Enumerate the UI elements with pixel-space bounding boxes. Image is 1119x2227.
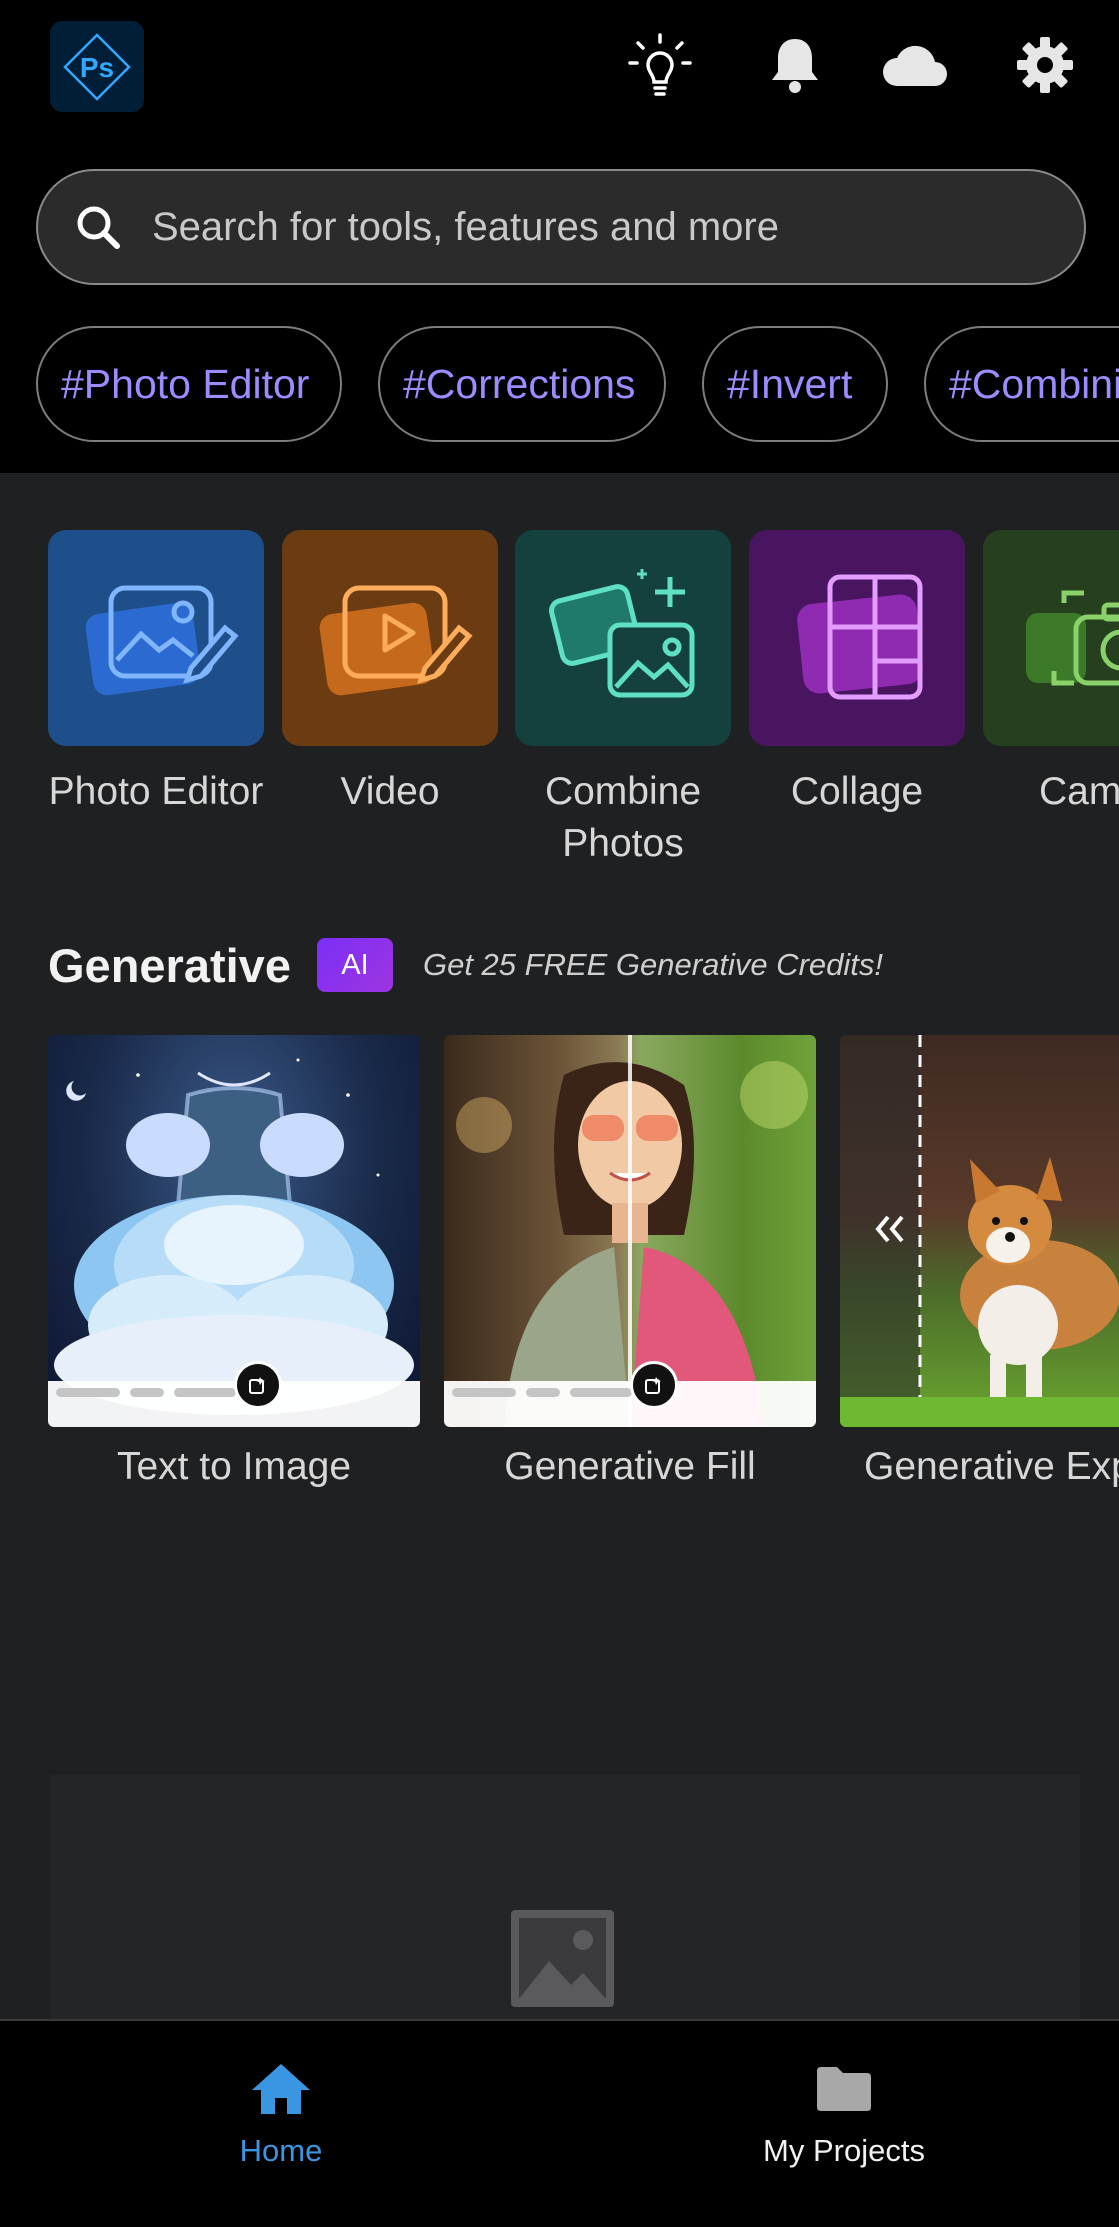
top-bar: Ps Search for tools, features and more #… bbox=[0, 0, 1119, 473]
nav-home[interactable]: Home bbox=[131, 2021, 431, 2227]
svg-text:Ps: Ps bbox=[80, 52, 114, 83]
prompt-placeholder-bars bbox=[56, 1388, 236, 1397]
tool-label: Came bbox=[1038, 770, 1119, 813]
credits-promo[interactable]: Get 25 FREE Generative Credits! bbox=[423, 947, 883, 983]
tool-combine-photos[interactable]: Combine Photos bbox=[515, 530, 731, 870]
camera-icon bbox=[983, 530, 1119, 746]
cloud-icon[interactable] bbox=[880, 30, 952, 100]
card-generative-fill[interactable]: Generative Fill bbox=[444, 1035, 816, 1489]
tool-label: Video bbox=[340, 770, 440, 813]
home-icon bbox=[249, 2059, 313, 2119]
nav-home-label: Home bbox=[239, 2133, 323, 2168]
card-label: Generative Exp bbox=[864, 1445, 1119, 1488]
generative-header: Generative AI Get 25 FREE Generative Cre… bbox=[48, 930, 883, 1000]
chip-photo-editor[interactable]: #Photo Editor bbox=[36, 326, 342, 442]
photo-edit-icon bbox=[48, 530, 264, 746]
tool-photo-editor[interactable]: Photo Editor bbox=[48, 530, 264, 818]
card-label: Text to Image bbox=[116, 1445, 352, 1488]
tool-camera[interactable]: Came bbox=[983, 530, 1119, 818]
folder-icon bbox=[812, 2059, 876, 2119]
chip-combine[interactable]: #Combini bbox=[924, 326, 1119, 442]
quick-tools-row: Photo Editor Video Combine Photos Collag… bbox=[0, 530, 1119, 870]
combine-photos-icon bbox=[515, 530, 731, 746]
nav-projects-label: My Projects bbox=[763, 2133, 925, 2168]
prompt-placeholder-bars bbox=[452, 1388, 632, 1397]
tool-video[interactable]: Video bbox=[282, 530, 498, 818]
image-placeholder-icon bbox=[509, 1908, 616, 2009]
search-icon bbox=[68, 197, 128, 257]
bell-icon[interactable] bbox=[760, 30, 830, 100]
generate-badge-icon bbox=[234, 1361, 282, 1409]
chip-invert[interactable]: #Invert bbox=[702, 326, 888, 442]
collage-icon bbox=[749, 530, 965, 746]
dress-cloud-image bbox=[48, 1035, 420, 1427]
generate-badge-icon bbox=[630, 1361, 678, 1409]
lightbulb-icon[interactable] bbox=[625, 30, 695, 100]
corgi-image bbox=[840, 1035, 1119, 1427]
generative-cards: Text to Image Generative Fill Generative… bbox=[0, 1035, 1119, 1505]
split-divider bbox=[628, 1035, 632, 1427]
card-label: Generative Fill bbox=[504, 1445, 756, 1488]
section-title: Generative bbox=[48, 938, 291, 992]
card-text-to-image[interactable]: Text to Image bbox=[48, 1035, 420, 1489]
bottom-navigation: Home My Projects bbox=[0, 2019, 1119, 2227]
chip-corrections[interactable]: #Corrections bbox=[378, 326, 666, 442]
ai-badge: AI bbox=[316, 938, 393, 992]
nav-my-projects[interactable]: My Projects bbox=[694, 2021, 994, 2227]
ps-diamond-icon: Ps bbox=[63, 32, 131, 101]
tool-label: Photo Editor bbox=[48, 770, 264, 813]
search-placeholder: Search for tools, features and more bbox=[152, 204, 779, 249]
card-generative-expand[interactable]: Generative Exp bbox=[840, 1035, 1119, 1489]
tool-collage[interactable]: Collage bbox=[749, 530, 965, 818]
tool-label: Combine Photos bbox=[544, 770, 702, 865]
video-edit-icon bbox=[282, 530, 498, 746]
photoshop-logo[interactable]: Ps bbox=[50, 21, 144, 112]
woman-portrait-image bbox=[444, 1035, 816, 1427]
gear-icon[interactable] bbox=[1010, 30, 1080, 100]
hashtag-chips: #Photo Editor #Corrections #Invert #Comb… bbox=[0, 326, 1119, 444]
search-bar[interactable]: Search for tools, features and more bbox=[36, 169, 1086, 285]
tool-label: Collage bbox=[790, 770, 924, 813]
